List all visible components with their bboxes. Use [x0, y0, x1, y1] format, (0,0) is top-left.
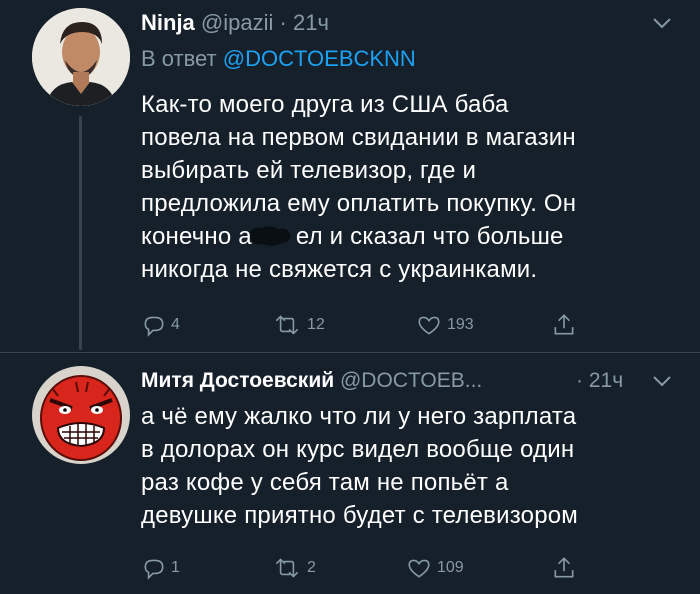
separator: ·	[279, 10, 287, 35]
action-bar: 4 12 193	[141, 312, 591, 340]
chevron-down-icon[interactable]	[652, 16, 672, 30]
like-button[interactable]: 109	[405, 555, 464, 581]
share-icon	[554, 314, 574, 335]
text-line: предложила ему оплатить покупку. Он	[141, 190, 577, 217]
avatar-photo	[32, 8, 130, 106]
reply-count: 4	[171, 316, 180, 333]
censor-blot	[249, 226, 296, 248]
reply-count: 1	[171, 559, 180, 576]
like-count: 193	[447, 316, 474, 333]
text-fragment: конечно а	[141, 223, 252, 250]
text-line: Как-то моего друга из США баба	[141, 91, 509, 118]
text-line: в долорах он курс видел вообще один	[141, 436, 575, 463]
text-line: выбирать ей телевизор, где и	[141, 157, 477, 184]
share-button[interactable]	[551, 555, 577, 581]
timestamp[interactable]: 21ч	[293, 10, 329, 35]
reply-to-link[interactable]: @DOCTOEBCKNN	[223, 46, 416, 71]
like-button[interactable]: 193	[415, 312, 474, 338]
tweet-1[interactable]: Ninja @ipazii · 21ч В ответ @DOCTOEBCKNN…	[0, 0, 700, 350]
like-count: 109	[437, 559, 464, 576]
text-line: повела на первом свидании в магазин	[141, 124, 576, 151]
display-name[interactable]: Митя Достоевский	[141, 369, 334, 392]
tweet-2[interactable]: Митя Достоевский @DOCTOEB... · 21ч а чё …	[0, 352, 700, 594]
avatar-ninja[interactable]	[32, 8, 130, 106]
rage-face-avatar	[32, 366, 130, 464]
retweet-count: 2	[307, 559, 316, 576]
reply-prefix: В ответ	[141, 46, 217, 71]
text-line: раз кофе у себя там не попьёт а	[141, 469, 509, 496]
share-icon	[554, 557, 574, 578]
text-fragment: ел и сказал что больше	[295, 223, 564, 250]
avatar-mitya[interactable]	[32, 366, 130, 464]
chevron-down-icon[interactable]	[652, 374, 672, 388]
handle[interactable]: @DOCTOEB...	[340, 369, 482, 392]
retweet-count: 12	[307, 316, 325, 333]
text-line: а чё ему жалко что ли у него зарплата	[141, 403, 577, 430]
like-icon	[408, 559, 430, 578]
text-line: девушке приятно будет с телевизором	[141, 502, 578, 529]
reply-button[interactable]: 4	[141, 312, 180, 338]
text-line: конечно а ел и сказал что больше	[141, 220, 564, 253]
thread-line	[79, 116, 82, 350]
retweet-icon	[275, 315, 299, 335]
like-icon	[418, 316, 440, 335]
reply-icon	[144, 316, 164, 337]
display-name[interactable]: Ninja	[141, 10, 195, 35]
separator: ·	[576, 369, 583, 392]
reply-button[interactable]: 1	[141, 555, 180, 581]
retweet-button[interactable]: 2	[271, 555, 316, 581]
reply-icon	[144, 559, 164, 580]
retweet-icon	[275, 558, 299, 578]
action-bar: 1 2 109	[141, 555, 591, 583]
share-button[interactable]	[551, 312, 577, 338]
timestamp[interactable]: 21ч	[589, 369, 623, 392]
retweet-button[interactable]: 12	[271, 312, 325, 338]
handle[interactable]: @ipazii	[201, 10, 273, 35]
text-line: никогда не свяжется с украинками.	[141, 256, 538, 283]
